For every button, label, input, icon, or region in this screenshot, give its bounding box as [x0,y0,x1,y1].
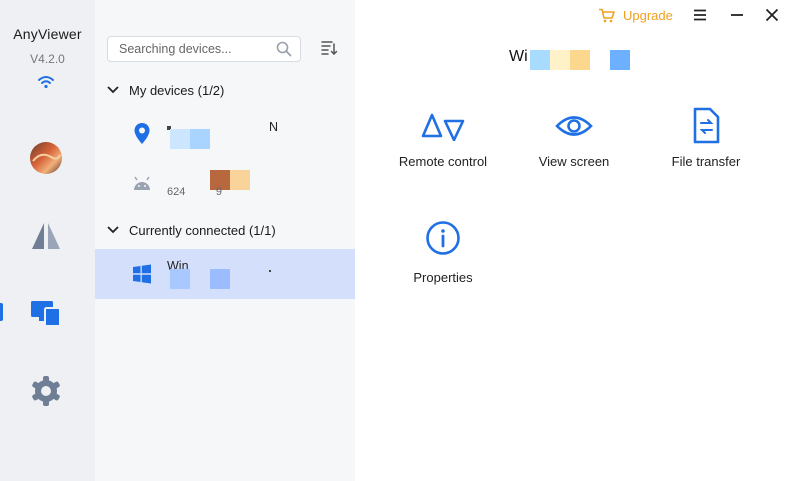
upgrade-label: Upgrade [623,7,673,23]
group-currently-connected[interactable]: Currently connected (1/1) [107,220,276,240]
action-label: Properties [413,270,473,285]
search-icon[interactable] [276,41,292,57]
redaction-block [210,269,230,289]
eye-icon [555,116,593,136]
file-transfer-icon [693,107,720,144]
redaction-block [530,50,550,70]
sort-icon[interactable] [320,40,338,56]
search-placeholder: Searching devices... [119,42,232,56]
redaction-block [170,129,190,149]
menu-icon[interactable] [692,7,708,23]
chevron-down-icon [107,86,119,94]
name-fragment [269,270,271,272]
group-label: Currently connected (1/1) [129,222,276,238]
file-transfer-button[interactable]: File transfer [646,104,766,169]
nav-rail: AnyViewer V4.2.0 [0,0,95,481]
device-panel: Searching devices... My devices (1/2) N [95,0,355,481]
app-version: V4.2.0 [30,52,65,66]
search-input[interactable]: Searching devices... [107,36,301,62]
cart-icon [599,8,615,22]
settings-gear-icon[interactable] [23,368,69,414]
devices-nav-icon[interactable] [23,290,69,336]
avatar[interactable] [23,135,69,181]
remote-control-button[interactable]: Remote control [383,104,503,169]
properties-button[interactable]: Properties [383,216,503,285]
close-icon[interactable] [764,7,780,23]
active-indicator [0,303,3,321]
device-item-selected[interactable]: Win [95,249,355,299]
device-item[interactable]: 624 9 [95,160,355,206]
windows-icon [133,264,151,284]
device-sub: 624 9 [167,186,223,198]
remote-desktop-nav-icon[interactable] [23,213,69,259]
redaction-block [230,170,250,190]
view-screen-button[interactable]: View screen [514,104,634,169]
action-label: Remote control [398,154,488,169]
redaction-block [190,129,210,149]
group-my-devices[interactable]: My devices (1/2) [107,80,224,100]
remote-control-icon [421,113,465,141]
group-label: My devices (1/2) [129,82,225,98]
wifi-icon [38,76,54,89]
chevron-down-icon [107,226,119,234]
device-item[interactable]: N [95,112,355,158]
upgrade-button[interactable]: Upgrade [598,6,673,24]
info-icon [426,221,460,255]
redaction-block [550,50,570,70]
app-name: AnyViewer [13,26,82,42]
redaction-block [170,269,190,289]
location-pin-icon [134,123,150,144]
redaction-block [570,50,590,70]
device-title: Wi [509,48,528,65]
android-icon [134,176,150,190]
minimize-icon[interactable] [729,7,745,23]
action-label: File transfer [671,154,741,169]
device-name: N [269,120,279,134]
action-label: View screen [538,154,610,169]
redaction-block [610,50,630,70]
